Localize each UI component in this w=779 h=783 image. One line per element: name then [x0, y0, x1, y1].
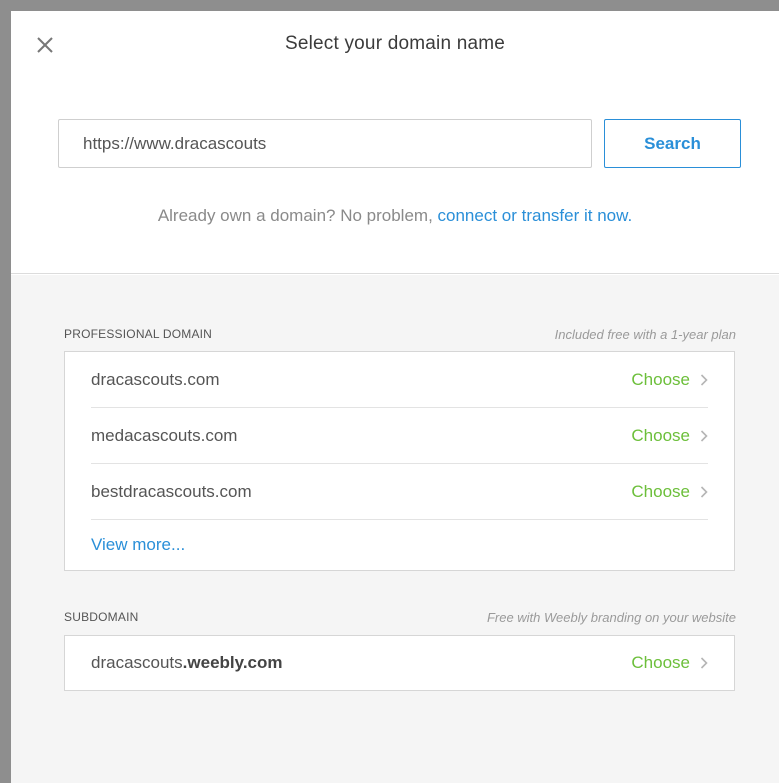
choose-label: Choose [631, 369, 690, 389]
choose-button[interactable]: Choose [631, 653, 708, 673]
domain-name: dracascouts.com [91, 369, 220, 389]
search-button[interactable]: Search [604, 119, 741, 168]
subdomain-name: dracascouts.weebly.com [91, 653, 283, 673]
connect-transfer-link[interactable]: connect or transfer it now. [438, 206, 633, 225]
subdomain-suffix: .weebly.com [182, 653, 283, 672]
choose-label: Choose [631, 653, 690, 672]
choose-label: Choose [631, 481, 690, 501]
view-more-link[interactable]: View more... [91, 535, 185, 555]
professional-section-header: PROFESSIONAL DOMAIN Included free with a… [64, 325, 736, 343]
subdomain-list: dracascouts.weebly.com Choose [64, 635, 735, 691]
modal-header: Select your domain name Search Already o… [11, 11, 779, 274]
choose-button[interactable]: Choose [631, 426, 708, 446]
own-domain-line: Already own a domain? No problem, connec… [11, 206, 779, 226]
subdomain-section-label: SUBDOMAIN [64, 610, 139, 624]
domain-search-input[interactable] [58, 119, 592, 168]
chevron-right-icon [700, 657, 708, 669]
chevron-right-icon [700, 485, 708, 498]
domain-modal: Select your domain name Search Already o… [11, 11, 779, 783]
subdomain-prefix: dracascouts [91, 653, 183, 672]
domain-row[interactable]: medacascouts.com Choose [91, 408, 708, 464]
professional-section-note: Included free with a 1-year plan [554, 326, 736, 342]
subdomain-section-note: Free with Weebly branding on your websit… [486, 609, 736, 625]
subdomain-section-header: SUBDOMAIN Free with Weebly branding on y… [64, 608, 736, 626]
chevron-right-icon [700, 373, 708, 386]
own-domain-text: Already own a domain? No problem, [157, 206, 438, 225]
domain-name: medacascouts.com [91, 425, 238, 445]
professional-domain-list: dracascouts.com Choose medacascouts.com … [64, 351, 735, 571]
subdomain-row[interactable]: dracascouts.weebly.com Choose [91, 636, 708, 690]
modal-body: PROFESSIONAL DOMAIN Included free with a… [11, 275, 779, 783]
view-more-row: View more... [91, 520, 708, 570]
modal-title: Select your domain name [284, 33, 506, 54]
choose-button[interactable]: Choose [631, 370, 708, 390]
chevron-right-icon [700, 429, 708, 442]
domain-name: bestdracascouts.com [91, 481, 252, 501]
choose-label: Choose [631, 425, 690, 445]
domain-row[interactable]: dracascouts.com Choose [91, 352, 708, 408]
professional-section-label: PROFESSIONAL DOMAIN [64, 327, 213, 341]
choose-button[interactable]: Choose [631, 482, 708, 502]
domain-row[interactable]: bestdracascouts.com Choose [91, 464, 708, 520]
